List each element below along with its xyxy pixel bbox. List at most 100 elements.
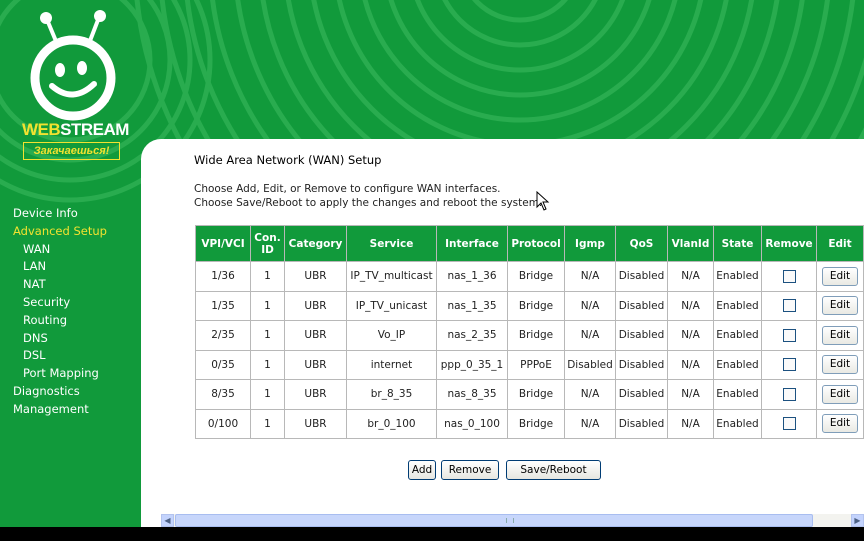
col-igmp: Igmp xyxy=(564,225,616,262)
page-description: Choose Add, Edit, or Remove to configure… xyxy=(194,182,542,210)
remove-checkbox[interactable] xyxy=(782,417,796,431)
cell-qos: Disabled xyxy=(615,320,668,351)
remove-checkbox[interactable] xyxy=(782,358,796,372)
cell-vpi-vci: 2/35 xyxy=(195,320,251,351)
cell-igmp: N/A xyxy=(564,379,616,410)
cell-qos: Disabled xyxy=(615,349,668,380)
nav-routing[interactable]: Routing xyxy=(0,312,140,330)
cell-remove xyxy=(761,408,817,439)
cell-category: UBR xyxy=(284,320,347,351)
cell-category: UBR xyxy=(284,349,347,380)
cell-service: br_8_35 xyxy=(346,379,437,410)
nav-port-mapping[interactable]: Port Mapping xyxy=(0,365,140,383)
cell-con-id: 1 xyxy=(250,379,285,410)
cell-remove xyxy=(761,290,817,321)
cell-interface: nas_2_35 xyxy=(436,320,508,351)
nav-dsl[interactable]: DSL xyxy=(0,347,140,365)
cell-service: IP_TV_unicast xyxy=(346,290,437,321)
nav-security[interactable]: Security xyxy=(0,294,140,312)
cell-qos: Disabled xyxy=(615,408,668,439)
edit-button[interactable]: Edit xyxy=(822,414,858,434)
cell-vlanid: N/A xyxy=(667,349,714,380)
cell-category: UBR xyxy=(284,379,347,410)
add-button[interactable]: Add xyxy=(408,460,436,480)
nav-diagnostics[interactable]: Diagnostics xyxy=(0,383,140,401)
table-row: 1/36 1 UBR IP_TV_multicast nas_1_36 Bridge N/A… xyxy=(195,261,864,292)
nav-wan[interactable]: WAN xyxy=(0,241,140,259)
cell-con-id: 1 xyxy=(250,408,285,439)
cell-qos: Disabled xyxy=(615,290,668,321)
cell-remove xyxy=(761,349,817,380)
cell-category: UBR xyxy=(284,261,347,292)
cell-state: Enabled xyxy=(713,408,762,439)
mouse-cursor-icon xyxy=(536,191,550,211)
remove-checkbox[interactable] xyxy=(782,387,796,401)
col-vlanid: VlanId xyxy=(667,225,714,262)
nav-nat[interactable]: NAT xyxy=(0,276,140,294)
cell-con-id: 1 xyxy=(250,349,285,380)
col-service: Service xyxy=(346,225,437,262)
edit-button[interactable]: Edit xyxy=(822,325,858,345)
cell-category: UBR xyxy=(284,290,347,321)
nav-management[interactable]: Management xyxy=(0,401,140,419)
nav-lan[interactable]: LAN xyxy=(0,258,140,276)
cell-state: Enabled xyxy=(713,379,762,410)
cell-edit: Edit xyxy=(816,349,864,380)
horizontal-scrollbar[interactable]: ◀ ▶ xyxy=(161,514,864,527)
main-content: Wide Area Network (WAN) Setup Choose Add… xyxy=(141,139,864,527)
cell-remove xyxy=(761,379,817,410)
edit-button[interactable]: Edit xyxy=(822,296,858,316)
description-line: Choose Save/Reboot to apply the changes … xyxy=(194,197,543,209)
cell-state: Enabled xyxy=(713,261,762,292)
col-edit: Edit xyxy=(816,225,864,262)
cell-service: Vo_IP xyxy=(346,320,437,351)
cell-con-id: 1 xyxy=(250,320,285,351)
cell-service: internet xyxy=(346,349,437,380)
bottom-bar xyxy=(0,527,864,541)
cell-protocol: Bridge xyxy=(507,379,565,410)
cell-service: br_0_100 xyxy=(346,408,437,439)
nav-advanced-setup[interactable]: Advanced Setup xyxy=(0,223,140,241)
remove-checkbox[interactable] xyxy=(782,299,796,313)
edit-button[interactable]: Edit xyxy=(822,355,858,375)
cell-vpi-vci: 1/35 xyxy=(195,290,251,321)
cell-protocol: PPPoE xyxy=(507,349,565,380)
col-vpi-vci: VPI/VCI xyxy=(195,225,251,262)
cell-interface: ppp_0_35_1 xyxy=(436,349,508,380)
cell-vpi-vci: 1/36 xyxy=(195,261,251,292)
cell-qos: Disabled xyxy=(615,261,668,292)
remove-checkbox[interactable] xyxy=(782,269,796,283)
nav-dns[interactable]: DNS xyxy=(0,330,140,348)
sidebar-nav: Device Info Advanced Setup WAN LAN NAT S… xyxy=(0,205,140,419)
cell-edit: Edit xyxy=(816,408,864,439)
col-remove: Remove xyxy=(761,225,817,262)
nav-device-info[interactable]: Device Info xyxy=(0,205,140,223)
scrollbar-thumb[interactable] xyxy=(175,514,813,527)
cell-vlanid: N/A xyxy=(667,290,714,321)
table-row: 1/35 1 UBR IP_TV_unicast nas_1_35 Bridge N/A Di… xyxy=(195,290,864,321)
cell-protocol: Bridge xyxy=(507,261,565,292)
cell-igmp: Disabled xyxy=(564,349,616,380)
brand-slogan: Закачаешься! xyxy=(23,142,120,160)
cell-con-id: 1 xyxy=(250,290,285,321)
cell-remove xyxy=(761,261,817,292)
cell-protocol: Bridge xyxy=(507,290,565,321)
save-reboot-button[interactable]: Save/Reboot xyxy=(506,460,601,480)
page-title: Wide Area Network (WAN) Setup xyxy=(194,153,382,167)
cell-igmp: N/A xyxy=(564,408,616,439)
wan-table: VPI/VCI Con. ID Category Service Interfac… xyxy=(195,225,864,439)
cell-interface: nas_1_35 xyxy=(436,290,508,321)
col-state: State xyxy=(713,225,762,262)
edit-button[interactable]: Edit xyxy=(822,384,858,404)
cell-state: Enabled xyxy=(713,290,762,321)
arrow-right-icon[interactable]: ▶ xyxy=(851,514,864,527)
table-row: 8/35 1 UBR br_8_35 nas_8_35 Bridge N/A Disabled… xyxy=(195,379,864,410)
edit-button[interactable]: Edit xyxy=(822,266,858,286)
col-con-id: Con. ID xyxy=(250,225,285,262)
remove-checkbox[interactable] xyxy=(782,328,796,342)
remove-button[interactable]: Remove xyxy=(441,460,499,480)
arrow-left-icon[interactable]: ◀ xyxy=(161,514,174,527)
cell-protocol: Bridge xyxy=(507,408,565,439)
brand-name: WEBSTREAM xyxy=(22,120,129,139)
col-qos: QoS xyxy=(615,225,668,262)
